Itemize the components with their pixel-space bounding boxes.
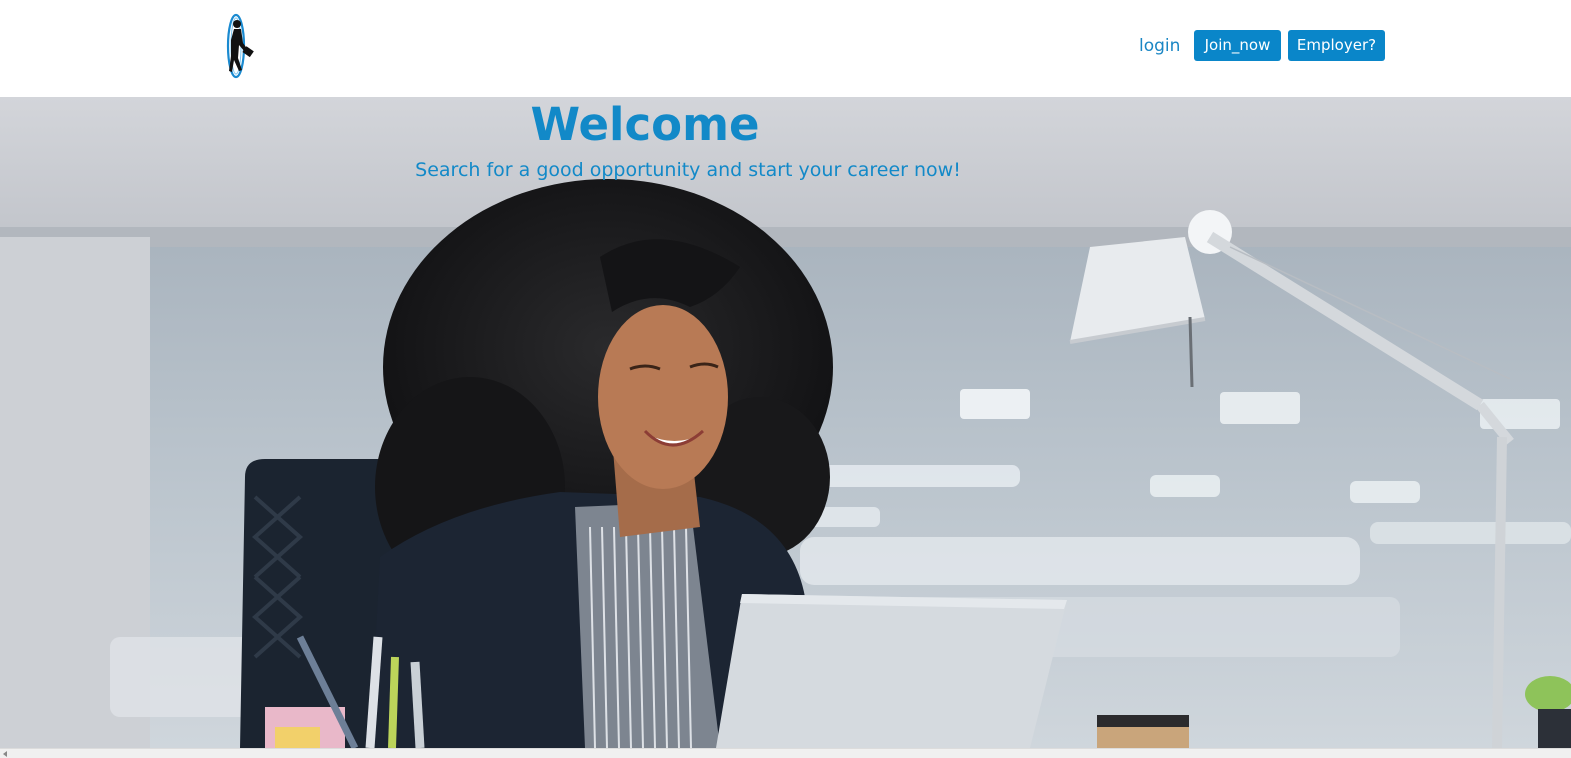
logo-icon[interactable]	[222, 10, 258, 84]
login-link[interactable]: login	[1139, 34, 1180, 58]
employer-button[interactable]: Employer?	[1288, 30, 1385, 61]
top-navbar: login Join_now Employer?	[0, 0, 1571, 97]
scroll-left-arrow-icon[interactable]	[3, 751, 7, 757]
hero-banner: Welcome Search for a good opportunity an…	[0, 97, 1571, 748]
hero-photo-image	[0, 97, 1571, 748]
welcome-title: Welcome	[530, 98, 760, 151]
horizontal-scrollbar[interactable]	[0, 748, 1571, 758]
hero-subtitle: Search for a good opportunity and start …	[415, 159, 961, 181]
join-now-button[interactable]: Join_now	[1194, 30, 1281, 61]
